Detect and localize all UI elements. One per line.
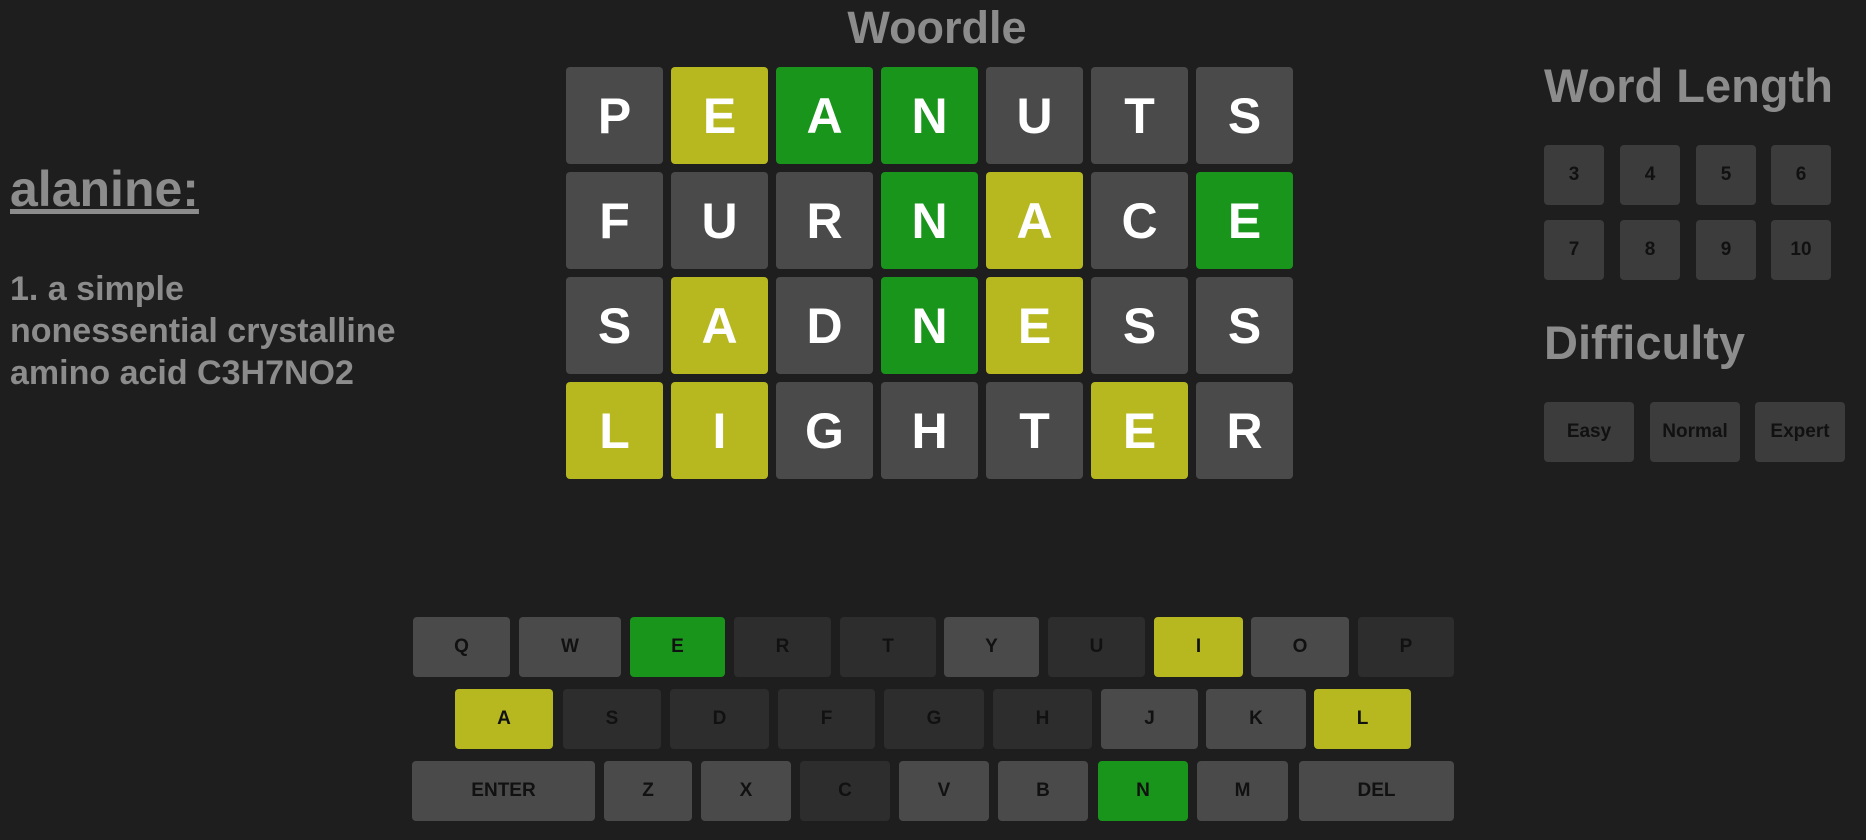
definition-text: 1. a simple nonessential crystalline ami… [10, 270, 396, 392]
key-r[interactable]: R [734, 617, 831, 677]
key-n[interactable]: N [1098, 761, 1188, 821]
board-tile-r1c2: E [671, 67, 768, 164]
key-v[interactable]: V [899, 761, 989, 821]
enter-key[interactable]: ENTER [412, 761, 595, 821]
key-j[interactable]: J [1101, 689, 1198, 749]
board-tile-r1c7: S [1196, 67, 1293, 164]
board-tile-r3c2: A [671, 277, 768, 374]
key-u[interactable]: U [1048, 617, 1145, 677]
board-tile-r3c1: S [566, 277, 663, 374]
key-z[interactable]: Z [604, 761, 692, 821]
difficulty-normal-button[interactable]: Normal [1650, 402, 1740, 462]
board-tile-r1c1: P [566, 67, 663, 164]
board-tile-r2c2: U [671, 172, 768, 269]
key-x[interactable]: X [701, 761, 791, 821]
key-s[interactable]: S [563, 689, 661, 749]
delete-key[interactable]: DEL [1299, 761, 1454, 821]
word-length-10-button[interactable]: 10 [1771, 220, 1831, 280]
definition-word: alanine: [10, 161, 199, 217]
board-tile-r3c7: S [1196, 277, 1293, 374]
definition-panel: alanine: 1. a simple nonessential crysta… [10, 160, 430, 394]
word-length-4-button[interactable]: 4 [1620, 145, 1680, 205]
key-p[interactable]: P [1358, 617, 1454, 677]
board-tile-r2c7: E [1196, 172, 1293, 269]
board-tile-r2c3: R [776, 172, 873, 269]
key-f[interactable]: F [778, 689, 875, 749]
key-k[interactable]: K [1206, 689, 1306, 749]
key-o[interactable]: O [1251, 617, 1349, 677]
key-g[interactable]: G [884, 689, 984, 749]
word-length-6-button[interactable]: 6 [1771, 145, 1831, 205]
key-c[interactable]: C [800, 761, 890, 821]
board-tile-r1c4: N [881, 67, 978, 164]
board-tile-r3c4: N [881, 277, 978, 374]
board-tile-r1c5: U [986, 67, 1083, 164]
board-tile-r3c3: D [776, 277, 873, 374]
key-q[interactable]: Q [413, 617, 510, 677]
page-title: Woordle [847, 2, 1027, 53]
key-w[interactable]: W [519, 617, 621, 677]
key-y[interactable]: Y [944, 617, 1039, 677]
word-length-heading: Word Length [1544, 59, 1833, 112]
key-l[interactable]: L [1314, 689, 1411, 749]
word-length-3-button[interactable]: 3 [1544, 145, 1604, 205]
word-length-9-button[interactable]: 9 [1696, 220, 1756, 280]
key-a[interactable]: A [455, 689, 553, 749]
board-tile-r4c7: R [1196, 382, 1293, 479]
game-board: PEANUTSFURNACESADNESSLIGHTER [566, 67, 1293, 479]
board-tile-r3c5: E [986, 277, 1083, 374]
difficulty-easy-button[interactable]: Easy [1544, 402, 1634, 462]
key-t[interactable]: T [840, 617, 936, 677]
difficulty-heading: Difficulty [1544, 316, 1746, 369]
board-tile-r4c2: I [671, 382, 768, 479]
word-length-7-button[interactable]: 7 [1544, 220, 1604, 280]
key-h[interactable]: H [993, 689, 1092, 749]
board-tile-r1c6: T [1091, 67, 1188, 164]
board-tile-r3c6: S [1091, 277, 1188, 374]
board-tile-r2c4: N [881, 172, 978, 269]
board-tile-r4c4: H [881, 382, 978, 479]
key-m[interactable]: M [1197, 761, 1288, 821]
word-length-8-button[interactable]: 8 [1620, 220, 1680, 280]
word-length-5-button[interactable]: 5 [1696, 145, 1756, 205]
board-tile-r4c1: L [566, 382, 663, 479]
key-e[interactable]: E [630, 617, 725, 677]
board-tile-r2c5: A [986, 172, 1083, 269]
board-tile-r4c6: E [1091, 382, 1188, 479]
key-b[interactable]: B [998, 761, 1088, 821]
difficulty-expert-button[interactable]: Expert [1755, 402, 1845, 462]
board-tile-r1c3: A [776, 67, 873, 164]
board-tile-r4c5: T [986, 382, 1083, 479]
board-tile-r4c3: G [776, 382, 873, 479]
board-tile-r2c6: C [1091, 172, 1188, 269]
board-tile-r2c1: F [566, 172, 663, 269]
key-d[interactable]: D [670, 689, 769, 749]
key-i[interactable]: I [1154, 617, 1243, 677]
